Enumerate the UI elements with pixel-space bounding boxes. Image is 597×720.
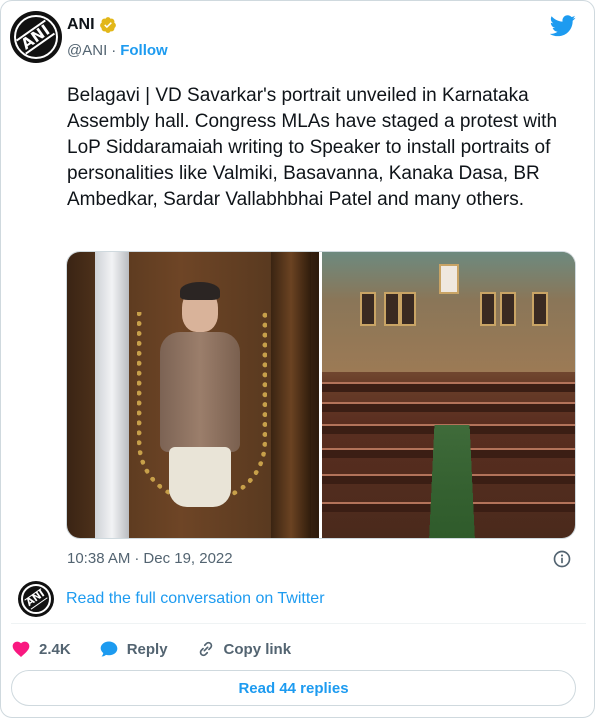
center-portrait <box>439 264 459 294</box>
bench-row <box>322 402 575 412</box>
wall-portrait <box>360 292 376 326</box>
reply-label: Reply <box>126 640 168 658</box>
white-curtain <box>95 252 129 538</box>
divider <box>11 623 586 624</box>
reply-button[interactable]: Reply <box>99 639 168 659</box>
avatar-ring: ANI <box>14 15 58 59</box>
author-name-row: ANI <box>67 16 117 34</box>
read-replies-button[interactable]: Read 44 replies <box>11 670 576 706</box>
like-button[interactable]: 2.4K <box>11 639 71 659</box>
avatar-ring: ANI <box>21 584 51 614</box>
info-icon[interactable] <box>552 549 572 569</box>
copy-link-button[interactable]: Copy link <box>196 639 292 659</box>
savarkar-portrait-photo[interactable] <box>67 252 320 538</box>
wall-portrait <box>384 292 400 326</box>
tweet-card: ANI ANI @ANI · Follow Belagavi | VD Sava… <box>0 0 595 718</box>
tweet-text: Belagavi | VD Savarkar's portrait unveil… <box>67 85 558 210</box>
twitter-bird-icon[interactable] <box>550 15 576 37</box>
figure-coat <box>160 332 240 452</box>
author-avatar[interactable]: ANI <box>10 11 62 63</box>
wall-portrait <box>532 292 548 326</box>
green-carpet <box>428 425 476 538</box>
tweet-timestamp[interactable]: 10:38 AM · Dec 19, 2022 <box>67 550 233 567</box>
ani-logo: ANI <box>24 588 48 610</box>
wooden-frame <box>271 252 312 538</box>
bench-row <box>322 382 575 392</box>
tweet-media[interactable] <box>66 251 576 539</box>
copy-link-label: Copy link <box>223 640 292 658</box>
conversation-avatar[interactable]: ANI <box>18 581 54 617</box>
figure-dhoti <box>169 447 231 507</box>
author-name[interactable]: ANI <box>67 16 95 34</box>
heart-icon <box>12 641 30 657</box>
tweet-time: 10:38 AM <box>67 550 131 567</box>
tweet-date: Dec 19, 2022 <box>143 550 233 567</box>
link-icon <box>199 641 212 657</box>
wall-portrait <box>400 292 416 326</box>
like-count: 2.4K <box>39 640 71 658</box>
author-handle[interactable]: @ANI <box>67 42 107 59</box>
follow-button[interactable]: Follow <box>120 42 168 59</box>
tweet-actions: 2.4K Reply Copy link <box>11 637 319 661</box>
assembly-hall-photo[interactable] <box>322 252 575 538</box>
wall-portrait <box>500 292 516 326</box>
verified-badge-icon <box>99 17 116 33</box>
figure-hair <box>180 282 220 300</box>
reply-bubble-icon <box>100 641 118 657</box>
author-handle-row: @ANI · Follow <box>67 42 168 59</box>
ani-logo: ANI <box>16 19 56 55</box>
timestamp-separator: · <box>134 550 140 567</box>
wall-portrait <box>480 292 496 326</box>
handle-separator: · <box>111 42 117 59</box>
read-conversation-link[interactable]: Read the full conversation on Twitter <box>66 590 325 608</box>
